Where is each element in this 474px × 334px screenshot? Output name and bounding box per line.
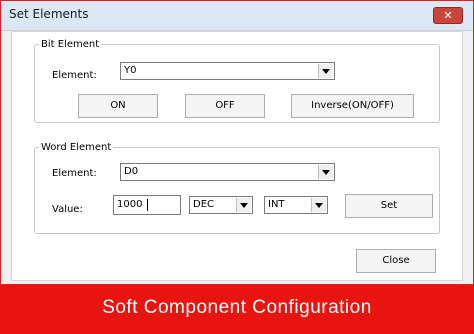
- inverse-button[interactable]: Inverse(ON/OFF): [291, 94, 414, 118]
- word-element-select-value: D0: [124, 166, 139, 177]
- word-element-legend: Word Element: [41, 142, 112, 153]
- chevron-down-icon[interactable]: [318, 64, 333, 78]
- bit-element-label: Element:: [52, 70, 97, 81]
- set-elements-dialog: Set Elements ✕ Bit Element Element: Y0 O…: [0, 0, 474, 285]
- type-select-value: INT: [268, 199, 285, 210]
- format-select-value: DEC: [193, 199, 215, 210]
- word-element-group: Word Element: [34, 142, 440, 234]
- text-caret: [147, 199, 148, 211]
- close-button[interactable]: Close: [356, 249, 436, 273]
- type-select[interactable]: INT: [264, 196, 328, 214]
- set-button[interactable]: Set: [345, 194, 433, 218]
- word-element-label: Element:: [52, 168, 97, 179]
- value-input[interactable]: 1000: [113, 195, 181, 215]
- off-button[interactable]: OFF: [185, 94, 265, 118]
- bit-element-select-value: Y0: [124, 65, 137, 76]
- title-bar[interactable]: Set Elements ✕: [1, 1, 473, 31]
- value-label: Value:: [52, 204, 83, 215]
- chevron-down-icon[interactable]: [311, 198, 326, 212]
- dialog-client-area: Bit Element Element: Y0 ON OFF Inverse(O…: [11, 31, 463, 281]
- on-button[interactable]: ON: [78, 94, 158, 118]
- window-title: Set Elements: [9, 7, 89, 21]
- bit-element-select[interactable]: Y0: [120, 62, 335, 80]
- value-input-text: 1000: [117, 199, 143, 210]
- chevron-down-icon[interactable]: [318, 165, 333, 179]
- caption-banner: Soft Component Configuration: [0, 285, 474, 334]
- bit-element-legend: Bit Element: [41, 39, 100, 50]
- caption-banner-text: Soft Component Configuration: [102, 297, 372, 318]
- chevron-down-icon[interactable]: [236, 198, 251, 212]
- close-icon[interactable]: ✕: [433, 7, 463, 24]
- format-select[interactable]: DEC: [189, 196, 253, 214]
- word-element-select[interactable]: D0: [120, 163, 335, 181]
